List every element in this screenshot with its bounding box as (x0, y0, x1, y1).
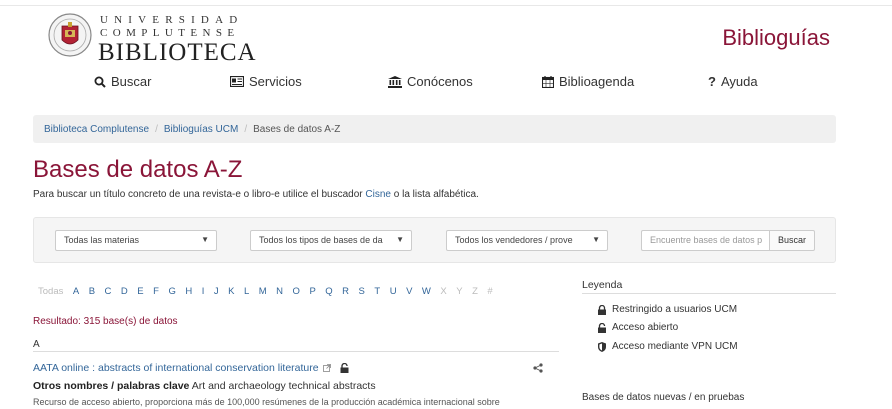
share-icon[interactable] (533, 363, 543, 373)
page-title: Bases de datos A-Z (33, 156, 243, 183)
database-search-input[interactable]: Encuentre bases de datos p (641, 230, 769, 251)
legend-vpn-label: Acceso mediante VPN UCM (612, 341, 738, 352)
lock-icon (598, 304, 606, 315)
top-border (0, 0, 892, 6)
open-lock-icon (598, 322, 606, 333)
alphabet-letter[interactable]: E (137, 286, 143, 297)
alphabet-all[interactable]: Todas (38, 286, 63, 297)
ucm-seal-icon (48, 13, 92, 57)
open-lock-icon (340, 363, 349, 373)
alphabet-letter[interactable]: C (105, 286, 112, 297)
alphabet-letter[interactable]: U (390, 286, 397, 297)
legend-item-vpn: Acceso mediante VPN UCM (596, 341, 738, 352)
alphabet-letter[interactable]: V (406, 286, 412, 297)
site-title-link[interactable]: Biblioguías (722, 25, 830, 51)
nav-buscar-label: Buscar (111, 74, 152, 89)
alphabet-letter[interactable]: F (153, 286, 159, 297)
nav-biblioagenda[interactable]: Biblioagenda (542, 74, 634, 89)
alphabet-letter[interactable]: Z (472, 286, 478, 297)
breadcrumb-current: Bases de datos A-Z (253, 123, 341, 135)
chevron-down-icon: ▼ (201, 235, 209, 244)
calendar-icon (542, 75, 554, 88)
intro-text: Para buscar un título concreto de una re… (33, 189, 479, 200)
alphabet-letter[interactable]: M (259, 286, 267, 297)
alphabet-letter[interactable]: I (202, 286, 205, 297)
divider (582, 293, 836, 294)
letter-heading: A (33, 339, 40, 350)
external-link-icon (322, 364, 331, 372)
institution-icon (388, 75, 402, 88)
id-card-icon (230, 76, 244, 87)
main-navigation: Buscar Servicios Conócenos Biblioagenda … (44, 74, 834, 94)
search-icon (94, 76, 106, 88)
alphabet-letter[interactable]: W (422, 286, 431, 297)
alphabet-letter[interactable]: Y (456, 286, 462, 297)
ucm-logo-link[interactable]: UNIVERSIDAD COMPLUTENSE BIBLIOTECA (48, 8, 268, 66)
breadcrumb-link-biblioteca[interactable]: Biblioteca Complutense (44, 124, 149, 135)
database-entry-title[interactable]: AATA online : abstracts of international… (33, 362, 349, 374)
breadcrumb-link-biblioguias[interactable]: Biblioguías UCM (164, 124, 238, 135)
legend-restricted-label: Restringido a usuarios UCM (612, 304, 738, 315)
vendedores-select-value: Todos los vendedores / prove (455, 235, 573, 245)
materias-select-value: Todas las materias (64, 235, 140, 245)
nav-ayuda[interactable]: ? Ayuda (708, 74, 758, 89)
nav-servicios[interactable]: Servicios (230, 74, 302, 89)
complutense-label: COMPLUTENSE (100, 27, 240, 39)
nav-conocenos[interactable]: Conócenos (388, 74, 473, 89)
alphabet-letter[interactable]: A (73, 286, 79, 297)
tipos-select-value: Todos los tipos de bases de da (259, 235, 383, 245)
breadcrumb-separator: / (155, 123, 158, 135)
breadcrumb: Biblioteca Complutense / Biblioguías UCM… (33, 115, 836, 143)
cisne-link[interactable]: Cisne (365, 189, 391, 200)
results-count: Resultado: 315 base(s) de datos (33, 316, 178, 327)
legend-open-label: Acceso abierto (612, 322, 679, 333)
legend-item-open: Acceso abierto (596, 322, 678, 333)
filter-bar: Todas las materias ▼ Todos los tipos de … (33, 217, 836, 263)
question-icon: ? (708, 74, 716, 89)
biblioteca-label: BIBLIOTECA (98, 39, 257, 66)
nav-servicios-label: Servicios (249, 74, 302, 89)
alphabet-letter[interactable]: O (293, 286, 300, 297)
database-alt-names: Otros nombres / palabras clave Art and a… (33, 380, 376, 392)
alphabet-letter[interactable]: L (244, 286, 249, 297)
alphabet-letter[interactable]: T (374, 286, 380, 297)
legend-item-restricted: Restringido a usuarios UCM (596, 304, 737, 315)
materias-select[interactable]: Todas las materias ▼ (55, 230, 217, 251)
intro-text-before: Para buscar un título concreto de una re… (33, 189, 366, 200)
alphabet-letter[interactable]: Q (325, 286, 332, 297)
nav-buscar[interactable]: Buscar (94, 74, 151, 89)
alt-names-value: Art and archaeology technical abstracts (189, 380, 376, 392)
alphabet-letter[interactable]: G (168, 286, 175, 297)
alphabet-nav: Todas A B C D E F G H I J K L M N O P Q R S T U V W X Y Z # (38, 286, 502, 297)
alt-names-label: Otros nombres / palabras clave (33, 380, 190, 392)
alphabet-letter[interactable]: # (487, 286, 492, 297)
search-button[interactable]: Buscar (769, 230, 815, 251)
alphabet-letter[interactable]: N (276, 286, 283, 297)
intro-text-after: o la lista alfabética. (390, 189, 479, 200)
vendedores-select[interactable]: Todos los vendedores / prove ▼ (446, 230, 608, 251)
alphabet-letter[interactable]: H (185, 286, 192, 297)
alphabet-letter[interactable]: B (89, 286, 95, 297)
alphabet-letter[interactable]: R (342, 286, 349, 297)
chevron-down-icon: ▼ (396, 235, 404, 244)
alphabet-letter[interactable]: X (440, 286, 446, 297)
new-databases-heading: Bases de datos nuevas / en pruebas (582, 392, 745, 403)
divider (33, 351, 559, 352)
nav-biblioagenda-label: Biblioagenda (559, 74, 635, 89)
legend-title: Leyenda (582, 279, 623, 291)
nav-conocenos-label: Conócenos (407, 74, 473, 89)
alphabet-letter[interactable]: D (121, 286, 128, 297)
database-description: Recurso de acceso abierto, proporciona m… (33, 397, 500, 407)
nav-ayuda-label: Ayuda (720, 74, 758, 89)
chevron-down-icon: ▼ (592, 235, 600, 244)
alphabet-letter[interactable]: P (309, 286, 315, 297)
breadcrumb-separator: / (244, 123, 248, 135)
alphabet-letter[interactable]: S (359, 286, 365, 297)
alphabet-letter[interactable]: J (214, 286, 219, 297)
alphabet-letter[interactable]: K (228, 286, 234, 297)
university-label: UNIVERSIDAD (100, 14, 244, 26)
tipos-select[interactable]: Todos los tipos de bases de da ▼ (250, 230, 412, 251)
database-entry-link[interactable]: AATA online : abstracts of international… (33, 362, 319, 374)
shield-icon (598, 341, 606, 352)
